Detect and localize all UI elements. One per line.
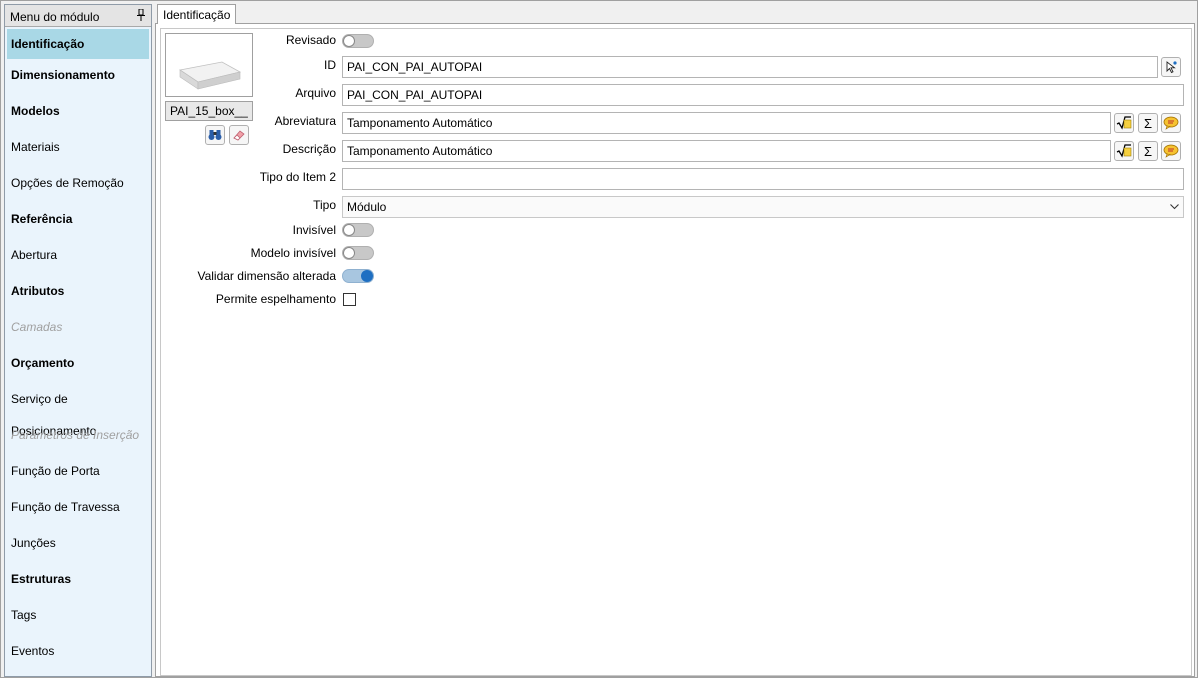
sidebar-item-juncoes[interactable]: Junções	[5, 527, 151, 563]
sigma-icon: Σ	[1143, 115, 1153, 131]
sidebar-item-atributos[interactable]: Atributos	[5, 275, 151, 311]
abreviatura-sum-button[interactable]: Σ	[1138, 113, 1158, 133]
id-field[interactable]: PAI_CON_PAI_AUTOPAI	[342, 56, 1158, 78]
descricao-label: Descrição	[282, 142, 336, 156]
id-label: ID	[324, 58, 336, 72]
revisado-toggle[interactable]	[342, 34, 374, 48]
descricao-comment-button[interactable]	[1161, 141, 1181, 161]
toggle-knob	[343, 224, 355, 236]
speech-bubble-icon	[1163, 144, 1179, 158]
validar-dimensao-toggle[interactable]	[342, 269, 374, 283]
tipo-item2-field[interactable]	[342, 168, 1184, 190]
sidebar-item-dimensionamento[interactable]: Dimensionamento	[5, 59, 151, 95]
sidebar-item-parametros-de-insercao: Parâmetros de Inserção	[11, 428, 140, 442]
sidebar-item-estruturas[interactable]: Estruturas	[5, 563, 151, 599]
sidebar-item-materiais[interactable]: Materiais	[5, 131, 151, 167]
descricao-formula-button[interactable]	[1114, 141, 1134, 161]
modelo-invisivel-label: Modelo invisível	[250, 246, 336, 260]
permite-espelhamento-checkbox[interactable]	[343, 293, 356, 306]
window-frame: Menu do módulo Identificação Dimensioname…	[0, 0, 1198, 678]
abreviatura-field[interactable]: Tamponamento Automático	[342, 112, 1111, 134]
sidebar-item-opcoes-de-remocao[interactable]: Opções de Remoção	[5, 167, 151, 203]
chevron-down-icon	[1170, 204, 1179, 210]
pin-icon[interactable]	[137, 9, 145, 21]
module-preview-image	[165, 33, 253, 97]
eraser-button[interactable]	[229, 125, 249, 145]
sigma-icon: Σ	[1143, 143, 1153, 159]
binoculars-button[interactable]	[205, 125, 225, 145]
module-menu-header: Menu do módulo	[5, 5, 151, 27]
id-picker-button[interactable]	[1161, 57, 1181, 77]
modelo-invisivel-toggle[interactable]	[342, 246, 374, 260]
module-menu-sidebar: Menu do módulo Identificação Dimensioname…	[4, 4, 152, 677]
module-menu-list: Identificação Dimensionamento Modelos Mater…	[5, 29, 151, 671]
abreviatura-formula-button[interactable]	[1114, 113, 1134, 133]
sidebar-item-funcao-de-porta[interactable]: Função de Porta	[5, 455, 151, 491]
sidebar-item-orcamento[interactable]: Orçamento	[5, 347, 151, 383]
toggle-knob	[361, 270, 373, 282]
tipo-item2-label: Tipo do Item 2	[259, 170, 336, 184]
sidebar-item-referencia[interactable]: Referência	[5, 203, 151, 239]
sidebar-item-servico-de-posicionamento[interactable]: Serviço de Posicionamento	[5, 383, 151, 438]
preview-name-field[interactable]: PAI_15_box__	[165, 101, 253, 121]
arquivo-field[interactable]: PAI_CON_PAI_AUTOPAI	[342, 84, 1184, 106]
tipo-select-value: Módulo	[347, 200, 387, 214]
abreviatura-label: Abreviatura	[274, 114, 336, 128]
square-root-icon	[1116, 116, 1132, 130]
revisado-label: Revisado	[285, 33, 336, 47]
toggle-knob	[343, 247, 355, 259]
speech-bubble-icon	[1163, 116, 1179, 130]
square-root-icon	[1116, 144, 1132, 158]
permite-espelhamento-label: Permite espelhamento	[215, 292, 336, 306]
sidebar-item-eventos[interactable]: Eventos	[5, 635, 151, 671]
sidebar-item-funcao-de-travessa[interactable]: Função de Travessa	[5, 491, 151, 527]
cursor-pick-icon	[1166, 61, 1177, 74]
eraser-icon	[233, 130, 245, 141]
binoculars-icon	[208, 130, 222, 140]
tab-identificacao[interactable]: Identificação	[157, 4, 237, 24]
invisivel-label: Invisível	[292, 223, 336, 237]
tipo-select[interactable]: Módulo	[342, 196, 1184, 218]
arquivo-label: Arquivo	[295, 86, 336, 100]
toggle-knob	[343, 35, 355, 47]
validar-dimensao-label: Validar dimensão alterada	[197, 269, 336, 283]
main-area: Identificação PAI_15_box__ Revisado ID P…	[155, 4, 1195, 677]
abreviatura-comment-button[interactable]	[1161, 113, 1181, 133]
sidebar-item-abertura[interactable]: Abertura	[5, 239, 151, 275]
sidebar-item-identificacao[interactable]: Identificação	[7, 29, 149, 59]
box-thumbnail-icon	[178, 61, 242, 90]
identification-form: PAI_15_box__ Revisado ID PAI_CON_PAI_AUT…	[160, 28, 1192, 676]
descricao-field[interactable]: Tamponamento Automático	[342, 140, 1111, 162]
tipo-label: Tipo	[313, 198, 336, 212]
sidebar-item-tags[interactable]: Tags	[5, 599, 151, 635]
tab-panel: PAI_15_box__ Revisado ID PAI_CON_PAI_AUT…	[155, 23, 1195, 677]
module-menu-title: Menu do módulo	[10, 10, 100, 24]
descricao-sum-button[interactable]: Σ	[1138, 141, 1158, 161]
sidebar-item-modelos[interactable]: Modelos	[5, 95, 151, 131]
invisivel-toggle[interactable]	[342, 223, 374, 237]
sidebar-item-camadas: Camadas	[11, 320, 63, 334]
